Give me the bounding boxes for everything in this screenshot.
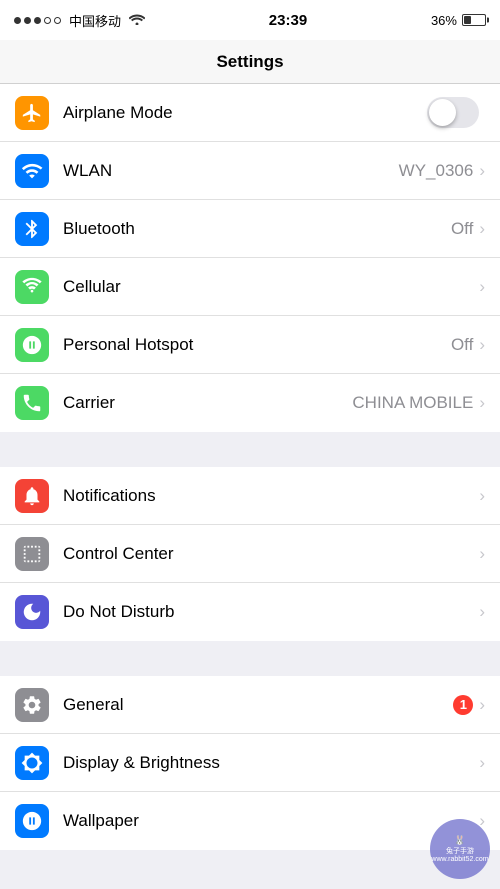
signal-dot-1 (14, 17, 21, 24)
notifications-icon (15, 479, 49, 513)
personal-hotspot-icon (15, 328, 49, 362)
display-brightness-label: Display & Brightness (63, 753, 479, 773)
signal-dot-3 (34, 17, 41, 24)
notifications-label: Notifications (63, 486, 479, 506)
status-time: 23:39 (269, 12, 307, 29)
bluetooth-icon (15, 212, 49, 246)
signal-dot-4 (44, 17, 51, 24)
airplane-mode-toggle[interactable] (427, 97, 479, 128)
nav-bar: Settings (0, 40, 500, 84)
general-icon (15, 688, 49, 722)
row-airplane-mode[interactable]: Airplane Mode (0, 84, 500, 142)
status-bar: 中国移动 23:39 36% (0, 0, 500, 40)
nav-title: Settings (216, 52, 283, 72)
carrier-label: 中国移动 (69, 11, 121, 30)
row-display-brightness[interactable]: Display & Brightness › (0, 734, 500, 792)
row-cellular[interactable]: Cellular › (0, 258, 500, 316)
watermark: 🐰 兔子手游 www.rabbit52.com (430, 819, 490, 879)
row-notifications[interactable]: Notifications › (0, 467, 500, 525)
airplane-mode-label: Airplane Mode (63, 103, 427, 123)
personal-hotspot-label: Personal Hotspot (63, 335, 451, 355)
notifications-chevron: › (479, 486, 485, 506)
bluetooth-label: Bluetooth (63, 219, 451, 239)
settings-content: Airplane Mode WLAN WY_0306 › Blueto (0, 84, 500, 889)
general-label: General (63, 695, 453, 715)
wifi-status-icon (129, 12, 145, 28)
cellular-chevron: › (479, 277, 485, 297)
battery-percent: 36% (431, 13, 457, 28)
carrier-chevron: › (479, 393, 485, 413)
spacer-2 (0, 641, 500, 676)
row-carrier[interactable]: Carrier CHINA MOBILE › (0, 374, 500, 432)
wallpaper-label: Wallpaper (63, 811, 479, 831)
control-center-label: Control Center (63, 544, 479, 564)
row-control-center[interactable]: Control Center › (0, 525, 500, 583)
cellular-icon (15, 270, 49, 304)
section-device: General 1 › Display & Brightness › Wallp… (0, 676, 500, 850)
display-brightness-chevron: › (479, 753, 485, 773)
wlan-icon (15, 154, 49, 188)
bluetooth-value: Off (451, 219, 473, 239)
battery-box (462, 14, 486, 26)
toggle-thumb (429, 99, 456, 126)
carrier-value: CHINA MOBILE (352, 393, 473, 413)
control-center-chevron: › (479, 544, 485, 564)
control-center-icon (15, 537, 49, 571)
status-right: 36% (431, 13, 486, 28)
row-wallpaper[interactable]: Wallpaper › (0, 792, 500, 850)
personal-hotspot-value: Off (451, 335, 473, 355)
carrier-icon (15, 386, 49, 420)
row-wlan[interactable]: WLAN WY_0306 › (0, 142, 500, 200)
row-do-not-disturb[interactable]: Do Not Disturb › (0, 583, 500, 641)
personal-hotspot-chevron: › (479, 335, 485, 355)
signal-dots (14, 17, 61, 24)
bluetooth-chevron: › (479, 219, 485, 239)
do-not-disturb-icon (15, 595, 49, 629)
carrier-label-row: Carrier (63, 393, 352, 413)
signal-dot-5 (54, 17, 61, 24)
wlan-value: WY_0306 (399, 161, 474, 181)
display-brightness-icon (15, 746, 49, 780)
airplane-mode-icon (15, 96, 49, 130)
battery-icon (462, 14, 486, 26)
general-chevron: › (479, 695, 485, 715)
signal-dot-2 (24, 17, 31, 24)
general-badge: 1 (453, 695, 473, 715)
wallpaper-icon (15, 804, 49, 838)
wlan-chevron: › (479, 161, 485, 181)
row-general[interactable]: General 1 › (0, 676, 500, 734)
cellular-label: Cellular (63, 277, 479, 297)
status-left: 中国移动 (14, 11, 145, 30)
section-connectivity: Airplane Mode WLAN WY_0306 › Blueto (0, 84, 500, 432)
wlan-label: WLAN (63, 161, 399, 181)
row-bluetooth[interactable]: Bluetooth Off › (0, 200, 500, 258)
do-not-disturb-label: Do Not Disturb (63, 602, 479, 622)
row-personal-hotspot[interactable]: Personal Hotspot Off › (0, 316, 500, 374)
section-alerts: Notifications › Control Center › Do Not … (0, 467, 500, 641)
do-not-disturb-chevron: › (479, 602, 485, 622)
spacer-1 (0, 432, 500, 467)
battery-fill (464, 16, 471, 24)
